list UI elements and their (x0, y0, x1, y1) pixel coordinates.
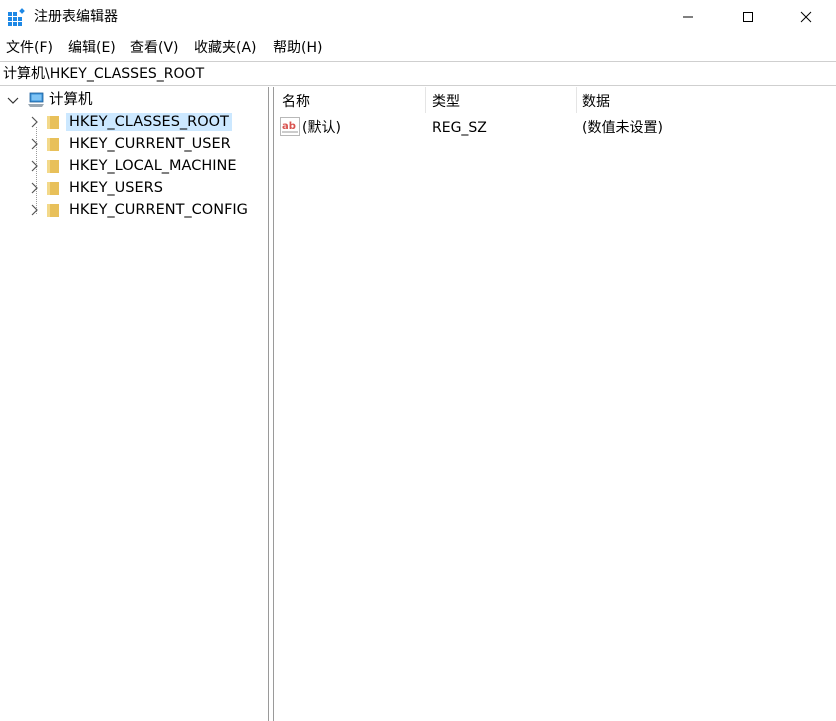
menu-bar: 文件(F) 编辑(E) 查看(V) 收藏夹(A) 帮助(H) (0, 37, 836, 59)
value-row[interactable]: ab (默认) REG_SZ (数值未设置) (274, 116, 836, 138)
value-type: REG_SZ (432, 120, 487, 136)
tree-label: HKEY_USERS (69, 180, 163, 196)
chevron-right-icon[interactable] (27, 114, 41, 130)
string-value-icon: ab (280, 117, 300, 136)
tree-label: HKEY_CLASSES_ROOT (66, 113, 232, 131)
tree-item-hkey-users[interactable]: HKEY_USERS (0, 177, 268, 199)
chevron-down-icon[interactable] (6, 92, 20, 108)
address-bar[interactable]: 计算机\HKEY_CLASSES_ROOT (0, 61, 836, 86)
menu-help[interactable]: 帮助(H) (273, 39, 322, 57)
window-title: 注册表编辑器 (34, 9, 118, 25)
address-path[interactable]: 计算机\HKEY_CLASSES_ROOT (3, 65, 204, 83)
chevron-right-icon[interactable] (27, 136, 41, 152)
key-tree: 计算机 HKEY_CLASSES_ROOT HKEY_CURRENT_USER … (0, 87, 268, 721)
folder-icon (47, 138, 59, 151)
column-header-type[interactable]: 类型 (426, 87, 576, 113)
chevron-right-icon[interactable] (27, 180, 41, 196)
minimize-icon (683, 16, 693, 18)
value-name: (默认) (302, 120, 341, 136)
chevron-right-icon[interactable] (27, 158, 41, 174)
menu-file[interactable]: 文件(F) (6, 39, 53, 57)
tree-label: HKEY_LOCAL_MACHINE (69, 158, 237, 174)
registry-editor-icon (8, 8, 25, 26)
close-icon (800, 11, 812, 23)
folder-icon (47, 182, 59, 195)
maximize-button[interactable] (718, 0, 778, 34)
minimize-button[interactable] (658, 0, 718, 34)
menu-edit[interactable]: 编辑(E) (68, 39, 116, 57)
values-list: 名称 类型 数据 ab (默认) REG_SZ (数值未设置) (274, 87, 836, 721)
close-button[interactable] (776, 0, 836, 34)
menu-view[interactable]: 查看(V) (130, 39, 179, 57)
tree-item-hkey-current-user[interactable]: HKEY_CURRENT_USER (0, 133, 268, 155)
folder-icon (47, 160, 59, 173)
tree-label: HKEY_CURRENT_USER (69, 136, 231, 152)
maximize-icon (743, 12, 753, 22)
column-label: 数据 (582, 94, 610, 110)
tree-label: HKEY_CURRENT_CONFIG (69, 202, 248, 218)
column-label: 名称 (282, 94, 310, 110)
computer-icon (28, 92, 44, 107)
title-bar: 注册表编辑器 (0, 0, 836, 34)
svg-text:ab: ab (282, 121, 296, 132)
column-label: 类型 (432, 94, 460, 110)
column-header-name[interactable]: 名称 (274, 87, 425, 113)
tree-item-computer[interactable]: 计算机 (0, 89, 268, 111)
menu-favorites[interactable]: 收藏夹(A) (194, 39, 257, 57)
tree-item-hkey-classes-root[interactable]: HKEY_CLASSES_ROOT (0, 111, 268, 133)
column-header-data[interactable]: 数据 (577, 87, 836, 113)
chevron-right-icon[interactable] (27, 202, 41, 218)
folder-icon (47, 204, 59, 217)
tree-item-hkey-current-config[interactable]: HKEY_CURRENT_CONFIG (0, 199, 268, 221)
value-data: (数值未设置) (582, 120, 663, 136)
tree-item-hkey-local-machine[interactable]: HKEY_LOCAL_MACHINE (0, 155, 268, 177)
folder-icon (47, 116, 59, 129)
tree-label: 计算机 (49, 92, 93, 108)
